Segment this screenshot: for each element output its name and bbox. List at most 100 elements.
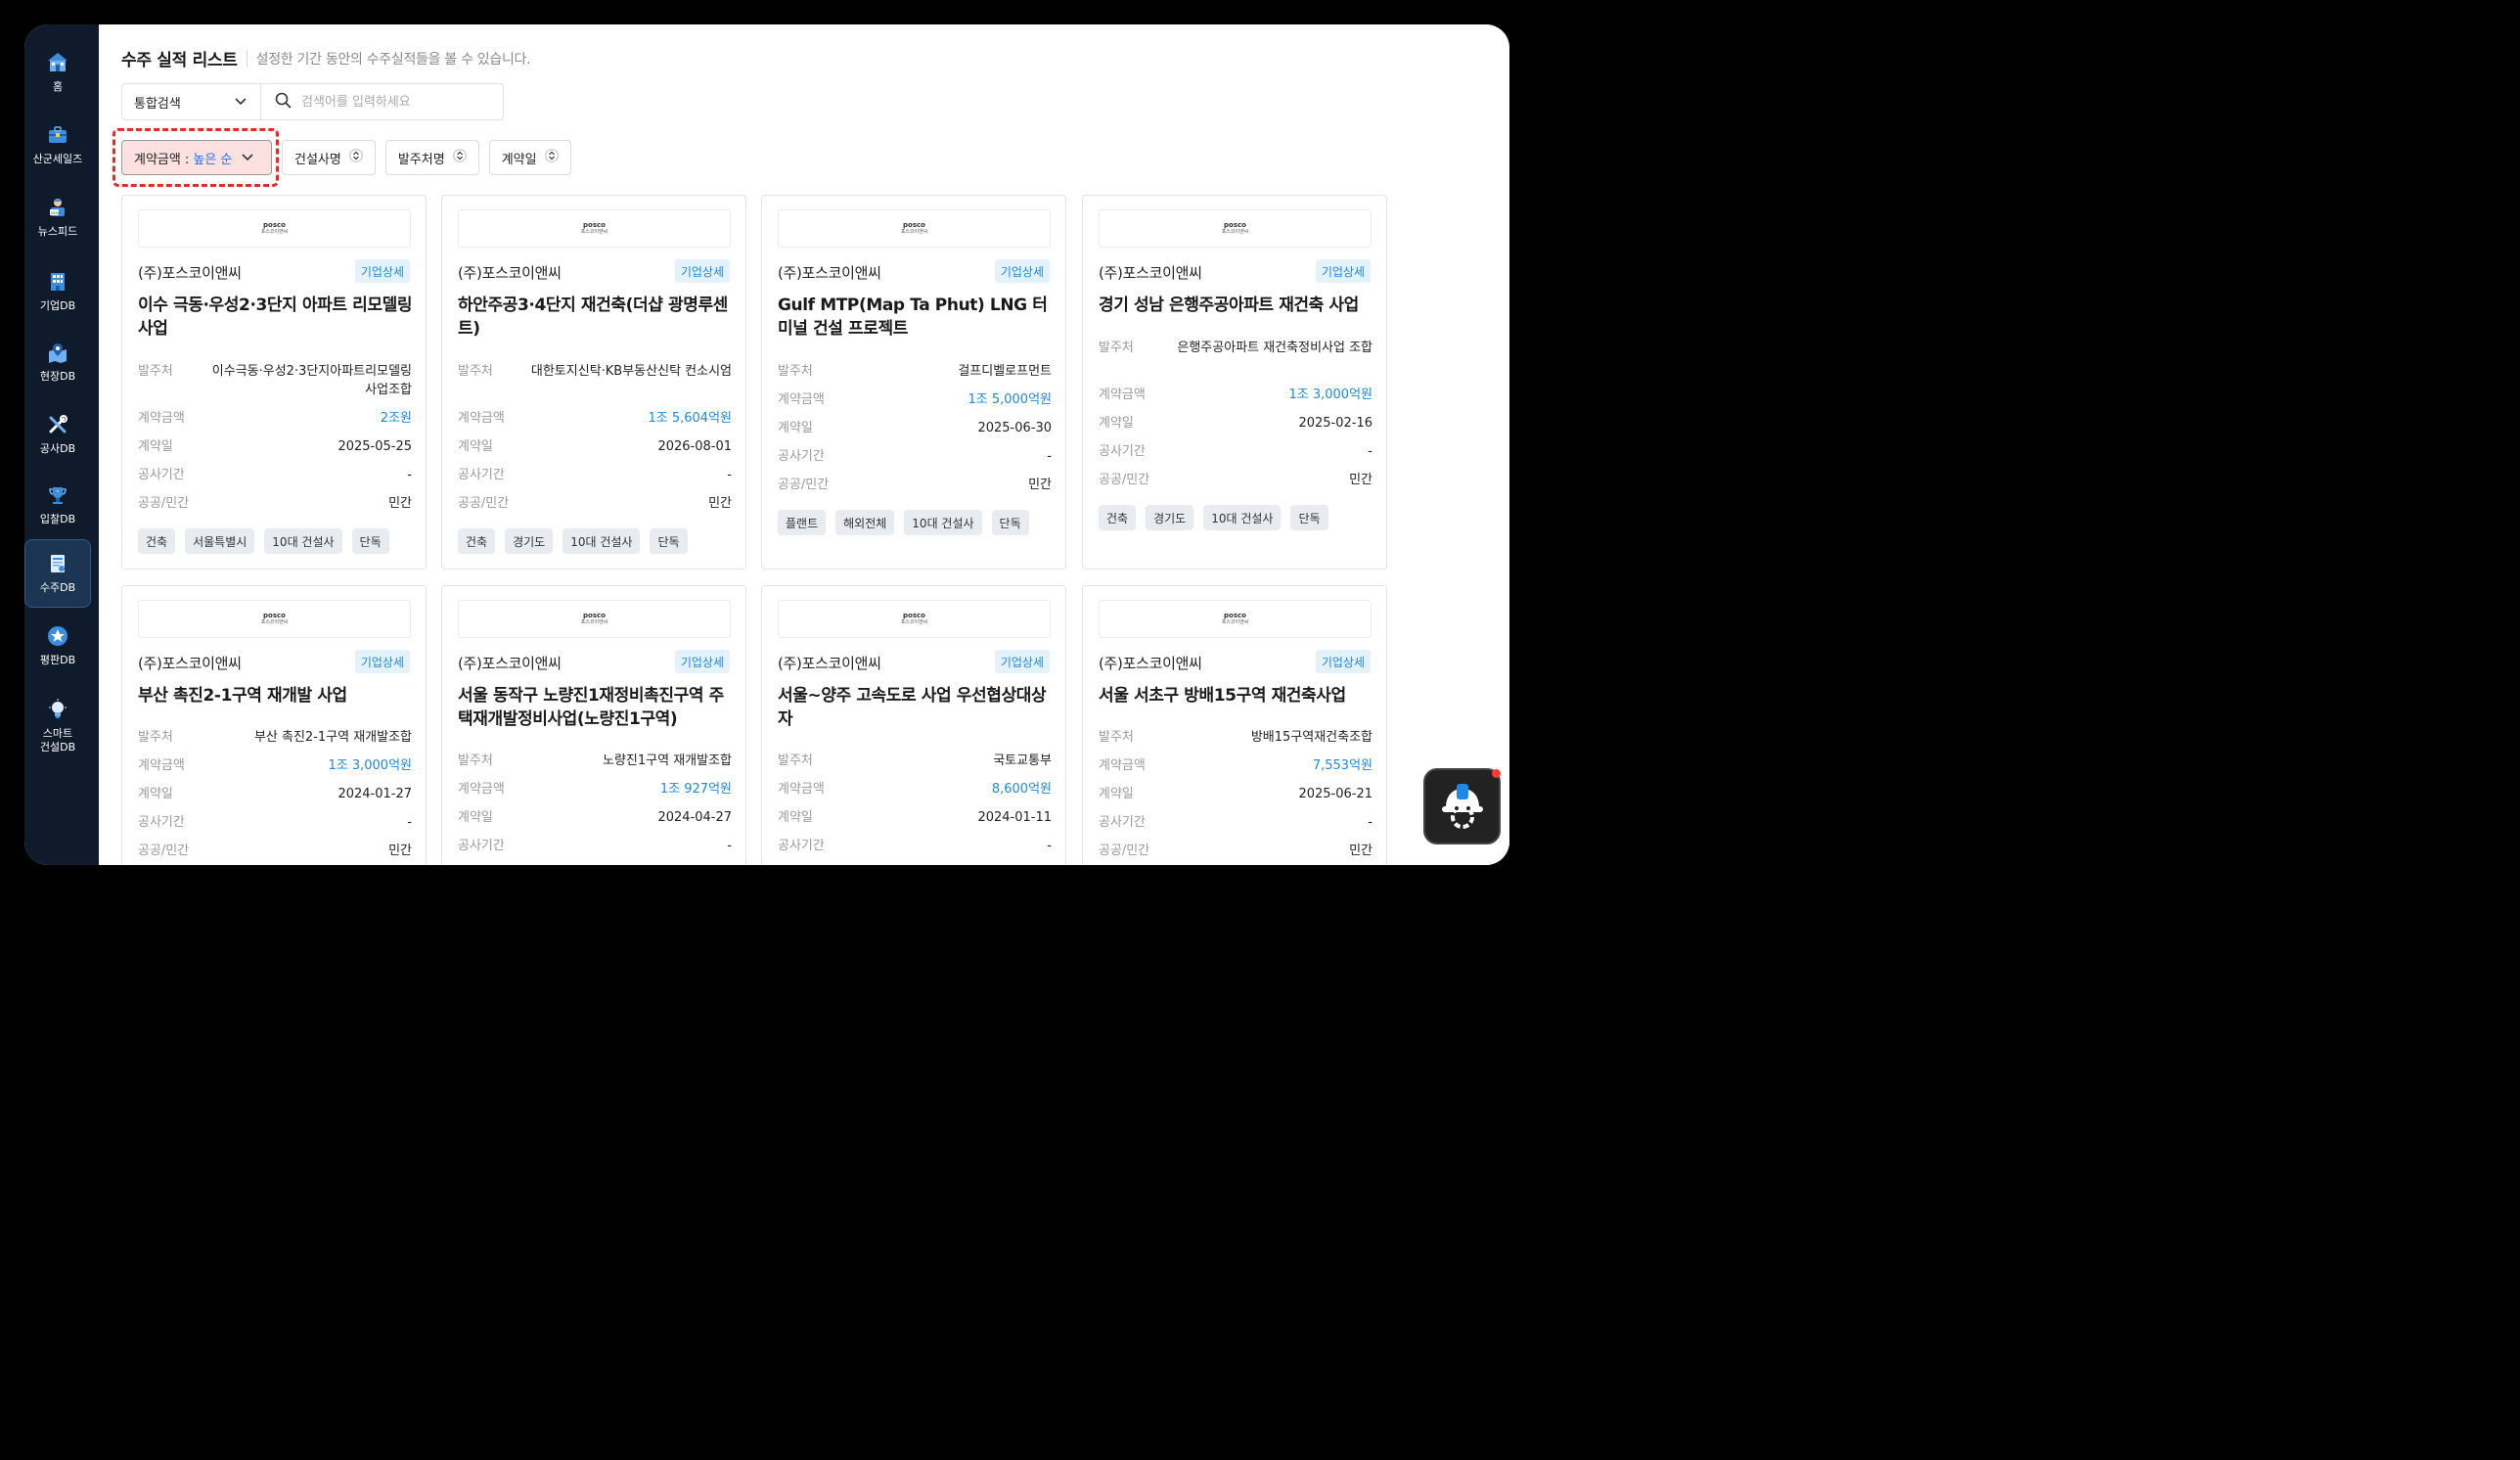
sidebar-item-site-db[interactable]: 현장DB — [24, 328, 91, 396]
search-type-value: 통합검색 — [134, 96, 181, 112]
lightbulb-icon — [46, 698, 69, 721]
info-row-period: 공사기간 - — [778, 839, 1052, 853]
company-detail-button[interactable]: 기업상세 — [994, 650, 1050, 673]
order-card[interactable]: posco 포스코이앤씨 (주)포스코이앤씨 기업상세 부산 촉진2-1구역 재개… — [121, 585, 427, 865]
info-row-period: 공사기간 - — [458, 468, 732, 482]
order-card[interactable]: posco 포스코이앤씨 (주)포스코이앤씨 기업상세 서울 서초구 방배15구역… — [1082, 585, 1387, 865]
order-card[interactable]: posco 포스코이앤씨 (주)포스코이앤씨 기업상세 하안주공3·4단지 재건축… — [441, 195, 746, 570]
sidebar-item-construction-db[interactable]: 공사DB — [24, 400, 91, 469]
info-row-sector: 공공/민간 민간 — [1099, 473, 1372, 487]
company-detail-button[interactable]: 기업상세 — [354, 259, 410, 283]
sort-amount-button[interactable]: 계약금액 : 높은 순 — [121, 140, 272, 175]
info-row-date: 계약일 2025-05-25 — [138, 439, 412, 454]
sidebar-item-company-db[interactable]: 기업DB — [24, 257, 91, 326]
sidebar-item-label: 스마트 건설DB — [39, 726, 76, 753]
info-row-period: 공사기간 - — [138, 815, 412, 830]
tag: 단독 — [650, 528, 688, 554]
company-detail-button[interactable]: 기업상세 — [674, 650, 730, 673]
info-row-sector: 공공/민간 민간 — [458, 496, 732, 511]
main-content: 수주 실적 리스트 설정한 기간 동안의 수주실적들을 볼 수 있습니다. 통합… — [99, 24, 1509, 865]
sort-amount-value: 높은 순 — [193, 152, 233, 167]
info-row-sector: 공공/민간 민간 — [778, 478, 1052, 492]
company-detail-button[interactable]: 기업상세 — [1315, 259, 1371, 283]
sidebar-item-home[interactable]: 홈 — [24, 38, 91, 107]
company-logo: posco 포스코이앤씨 — [1099, 209, 1372, 248]
tag: 건축 — [1099, 505, 1137, 530]
company-detail-button[interactable]: 기업상세 — [994, 259, 1050, 283]
company-name: (주)포스코이앤씨 — [778, 264, 881, 282]
company-logo: posco 포스코이앤씨 — [1099, 600, 1372, 638]
order-card[interactable]: posco 포스코이앤씨 (주)포스코이앤씨 기업상세 이수 극동·우성2·3단지… — [121, 195, 427, 570]
tag: 단독 — [351, 528, 389, 554]
search-field — [261, 84, 503, 119]
project-title: 서울 동작구 노량진1재정비촉진구역 주택재개발정비사업(노량진1구역) — [458, 686, 724, 729]
notification-dot — [1492, 769, 1501, 778]
sidebar-item-reputation-db[interactable]: 평판DB — [24, 612, 91, 680]
sidebar-item-label: 뉴스피드 — [37, 224, 78, 238]
project-title: 경기 성남 은행주공아파트 재건축 사업 — [1099, 296, 1359, 315]
tag: 서울특별시 — [185, 528, 255, 554]
app-screen: 홈 산군세일즈 NEWS 뉴스피드 기업DB 현장DB 공사DB 입찰DB 수주… — [24, 24, 1509, 865]
company-name: (주)포스코이앤씨 — [778, 655, 881, 672]
order-card[interactable]: posco 포스코이앤씨 (주)포스코이앤씨 기업상세 Gulf MTP(Map … — [761, 195, 1066, 570]
info-row-client: 발주처 걸프디벨로프먼트 — [778, 364, 1052, 379]
info-row-amount: 계약금액 1조 3,000억원 — [138, 758, 412, 773]
star-icon — [46, 624, 69, 648]
search-icon — [275, 92, 292, 113]
tag-list: 건축 경기도 10대 건설사 단독 — [458, 528, 698, 554]
device-frame: 홈 산군세일즈 NEWS 뉴스피드 기업DB 현장DB 공사DB 입찰DB 수주… — [0, 0, 1534, 889]
tag: 경기도 — [1146, 505, 1194, 530]
sidebar-item-label: 공사DB — [39, 441, 76, 455]
info-row-amount: 계약금액 1조 5,000억원 — [778, 392, 1052, 407]
info-row-date: 계약일 2024-01-27 — [138, 787, 412, 801]
company-logo: posco 포스코이앤씨 — [458, 209, 731, 248]
order-card[interactable]: posco 포스코이앤씨 (주)포스코이앤씨 기업상세 서울~양주 고속도로 사업… — [761, 585, 1066, 865]
sort-client-label: 발주처명 — [397, 152, 445, 167]
company-detail-button[interactable]: 기업상세 — [1315, 650, 1371, 673]
tag: 해외전체 — [835, 510, 895, 535]
info-row-client: 발주처 이수극동·우성2·3단지아파트리모델링사업조합 — [138, 364, 412, 397]
news-reader-icon: NEWS — [46, 196, 69, 219]
info-row-date: 계약일 2024-04-27 — [458, 810, 732, 825]
sidebar-item-order-db[interactable]: 수주DB — [24, 539, 91, 608]
order-card[interactable]: posco 포스코이앤씨 (주)포스코이앤씨 기업상세 서울 동작구 노량진1재정… — [441, 585, 746, 865]
sort-date-button[interactable]: 계약일 — [488, 140, 571, 175]
info-row-date: 계약일 2025-02-16 — [1099, 416, 1372, 431]
company-detail-button[interactable]: 기업상세 — [354, 650, 410, 673]
sidebar-item-bid-db[interactable]: 입찰DB — [24, 471, 91, 539]
chevron-down-icon — [242, 151, 253, 165]
sidebar-item-sales[interactable]: 산군세일즈 — [24, 111, 91, 179]
info-row-client: 발주처 노량진1구역 재개발조합 — [458, 753, 732, 768]
tag: 건축 — [138, 528, 176, 554]
sidebar-item-smart-construction-db[interactable]: 스마트 건설DB — [24, 686, 91, 766]
sort-builder-label: 건설사명 — [294, 152, 341, 167]
tag: 단독 — [1290, 505, 1328, 530]
info-row-amount: 계약금액 1조 927억원 — [458, 782, 732, 797]
company-logo: posco 포스코이앤씨 — [138, 209, 411, 248]
sidebar-item-label: 수주DB — [39, 580, 76, 594]
sidebar-item-label: 입찰DB — [39, 512, 76, 525]
sidebar-item-label: 기업DB — [39, 298, 76, 312]
tag-list: 건축 서울특별시 10대 건설사 단독 — [138, 528, 399, 554]
building-icon — [46, 270, 69, 294]
search-input[interactable] — [301, 94, 497, 110]
sort-client-button[interactable]: 발주처명 — [384, 140, 479, 175]
order-card[interactable]: posco 포스코이앤씨 (주)포스코이앤씨 기업상세 경기 성남 은행주공아파트… — [1082, 195, 1387, 570]
title-divider — [246, 49, 248, 68]
info-row-client: 발주처 은행주공아파트 재건축정비사업 조합 — [1099, 341, 1372, 355]
home-icon — [46, 51, 69, 74]
info-row-period: 공사기간 - — [778, 449, 1052, 464]
sort-updown-icon — [452, 149, 467, 166]
info-row-date: 계약일 2025-06-30 — [778, 421, 1052, 435]
search-type-select[interactable]: 통합검색 — [122, 84, 261, 119]
page-title: 수주 실적 리스트 — [121, 51, 238, 70]
chatbot-button[interactable] — [1423, 768, 1501, 844]
info-row-client: 발주처 대한토지신탁·KB부동산신탁 컨소시엄 — [458, 364, 732, 379]
tag-list: 건축 경기도 10대 건설사 단독 — [1099, 505, 1338, 530]
company-detail-button[interactable]: 기업상세 — [674, 259, 730, 283]
sidebar-item-newsfeed[interactable]: NEWS 뉴스피드 — [24, 183, 91, 251]
info-row-amount: 계약금액 7,553억원 — [1099, 758, 1372, 773]
sort-date-label: 계약일 — [501, 152, 537, 167]
sort-builder-button[interactable]: 건설사명 — [282, 140, 376, 175]
tag: 단독 — [991, 510, 1029, 535]
